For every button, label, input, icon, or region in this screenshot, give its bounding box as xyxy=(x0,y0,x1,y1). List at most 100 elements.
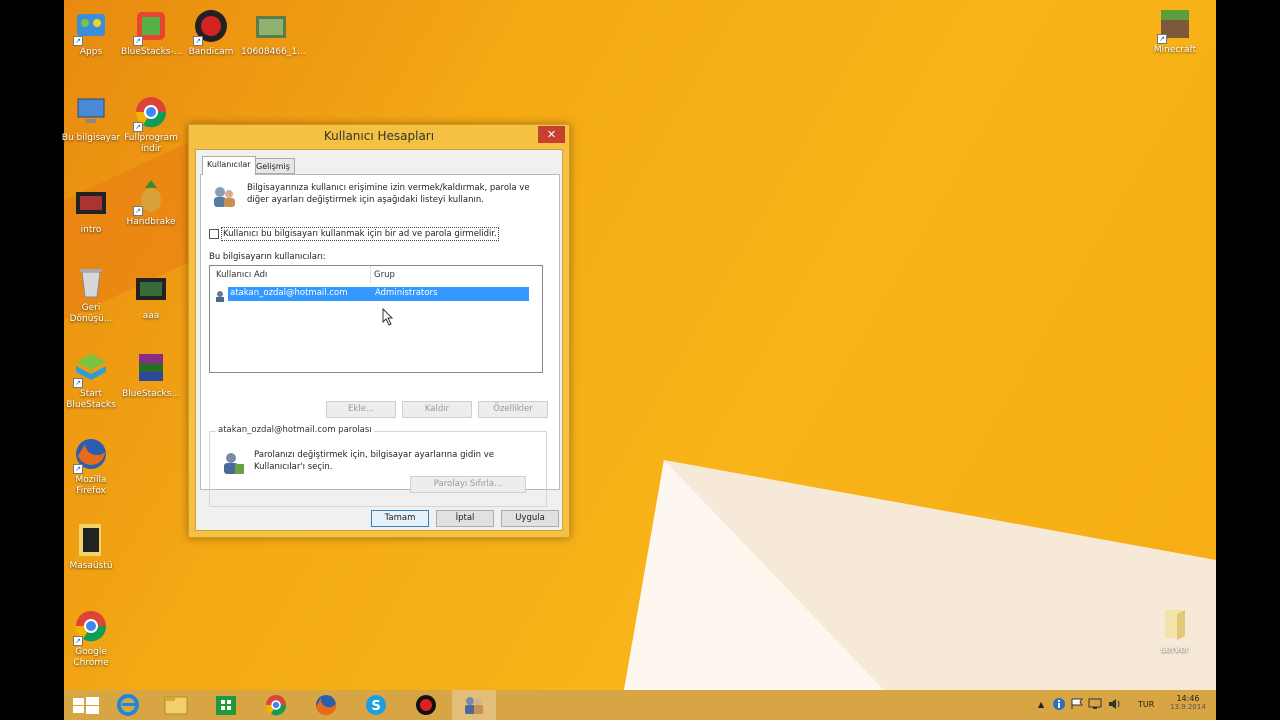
start-button[interactable] xyxy=(64,690,108,720)
desktop-icon-start-bluestacks[interactable]: ↗ Start BlueStacks xyxy=(61,350,121,411)
clock-time: 14:46 xyxy=(1176,694,1200,703)
desktop-icon-minecraft[interactable]: ↗ Minecraft xyxy=(1145,6,1205,56)
column-header-username[interactable]: Kullanıcı Adı xyxy=(216,270,267,280)
info-icon[interactable] xyxy=(1052,697,1066,711)
skype-icon: S xyxy=(366,695,386,715)
users-panel: Bilgisayarınıza kullanıcı erişimine izin… xyxy=(200,174,560,507)
add-user-button[interactable]: Ekle... xyxy=(326,401,396,418)
reset-password-button[interactable]: Parolayı Sıfırla... xyxy=(410,476,526,493)
users-list-header: Kullanıcı Adı Grup xyxy=(210,266,542,284)
video-file-icon xyxy=(73,186,109,222)
folder-icon xyxy=(73,522,109,558)
close-button[interactable]: ✕ xyxy=(538,126,565,143)
desktop-icon-recycle-bin[interactable]: Geri Dönüşü... xyxy=(61,264,121,325)
screen: ↗ Apps ↗ BlueStacks-... ↗ Bandicam 10608… xyxy=(0,0,1280,720)
taskbar-user-accounts[interactable] xyxy=(452,690,496,720)
desktop-icon-bandicam[interactable]: ↗ Bandicam xyxy=(181,8,241,58)
users-list[interactable]: Kullanıcı Adı Grup atakan_ozdal@hotmail.… xyxy=(209,265,543,373)
column-separator[interactable] xyxy=(370,266,371,284)
user-accounts-dialog: Kullanıcı Hesapları ✕ Kullanıcılar Geliş… xyxy=(188,124,570,538)
volume-icon[interactable] xyxy=(1108,698,1122,710)
folder-icon xyxy=(1157,606,1193,642)
handbrake-icon: ↗ xyxy=(133,178,169,216)
internet-explorer-icon xyxy=(117,694,139,716)
user-name-cell: atakan_ozdal@hotmail.com xyxy=(230,288,348,298)
column-header-group[interactable]: Grup xyxy=(374,270,395,280)
password-required-label: Kullanıcı bu bilgisayarı kullanmak için … xyxy=(221,227,499,241)
user-group-cell: Administrators xyxy=(375,288,438,298)
chrome-icon: ↗ xyxy=(133,94,169,132)
properties-button[interactable]: Özellikler xyxy=(478,401,548,418)
desktop-icon-google-chrome[interactable]: ↗ Google Chrome xyxy=(61,608,121,669)
password-required-checkbox-row[interactable]: Kullanıcı bu bilgisayarı kullanmak için … xyxy=(209,227,509,241)
remove-user-button[interactable]: Kaldır xyxy=(402,401,472,418)
taskbar-file-explorer[interactable] xyxy=(154,690,198,720)
user-row-icon xyxy=(215,287,227,302)
bluestacks-icon: ↗ xyxy=(133,8,169,46)
password-instructions: Parolanızı değiştirmek için, bilgisayar … xyxy=(254,450,494,472)
desktop-icon-server[interactable]: server xyxy=(1145,606,1205,656)
desktop-icon-image-file[interactable]: 10608466_1... xyxy=(241,8,306,58)
user-password-icon xyxy=(220,450,246,476)
user-accounts-icon xyxy=(465,697,483,714)
taskbar-bandicam[interactable] xyxy=(404,690,448,720)
clock-date: 13.9.2014 xyxy=(1170,703,1206,711)
computer-icon xyxy=(73,94,109,130)
intro-text: Bilgisayarınıza kullanıcı erişimine izin… xyxy=(247,183,530,205)
apply-button[interactable]: Uygula xyxy=(501,510,559,527)
tab-users[interactable]: Kullanıcılar xyxy=(202,156,256,175)
desktop-icon-bluestacks-archive[interactable]: BlueStacks... xyxy=(121,350,181,400)
tab-advanced[interactable]: Gelişmiş xyxy=(251,158,295,174)
users-icon xyxy=(211,183,237,209)
mouse-cursor-icon xyxy=(382,308,394,326)
clock[interactable]: 14:46 13.9.2014 xyxy=(1164,690,1212,720)
dialog-titlebar[interactable]: Kullanıcı Hesapları ✕ xyxy=(189,125,569,149)
windows-start-icon xyxy=(73,697,99,714)
desktop-icon-firefox[interactable]: ↗ Mozilla Firefox xyxy=(61,436,121,497)
network-icon[interactable] xyxy=(1088,698,1102,710)
taskbar-firefox[interactable] xyxy=(304,690,348,720)
desktop-icon-fullprogram[interactable]: ↗ Fullprogram indir xyxy=(121,94,181,155)
password-required-checkbox[interactable] xyxy=(209,229,219,239)
file-explorer-icon xyxy=(164,696,188,715)
minecraft-icon: ↗ xyxy=(1157,6,1193,44)
action-center-flag-icon[interactable] xyxy=(1070,698,1084,710)
firefox-icon xyxy=(316,695,337,716)
users-list-label: Bu bilgisayarın kullanıcıları: xyxy=(209,252,326,262)
system-tray: ▲ xyxy=(1036,690,1136,720)
winrar-icon xyxy=(133,350,169,386)
desktop-icon-masaustu[interactable]: Masaüstü xyxy=(61,522,121,572)
firefox-icon: ↗ xyxy=(73,436,109,474)
apps-icon: ↗ xyxy=(73,8,109,46)
chrome-icon: ↗ xyxy=(73,608,109,646)
desktop-icon-handbrake[interactable]: ↗ Handbrake xyxy=(121,178,181,228)
table-row[interactable]: atakan_ozdal@hotmail.com Administrators xyxy=(228,287,529,301)
recycle-bin-icon xyxy=(73,264,109,300)
desktop-icon-aaa[interactable]: aaa xyxy=(121,272,181,322)
bandicam-icon: ↗ xyxy=(193,8,229,46)
taskbar-chrome[interactable] xyxy=(254,690,298,720)
taskbar-skype[interactable]: S xyxy=(354,690,398,720)
store-icon xyxy=(216,696,236,715)
image-file-icon xyxy=(253,8,289,44)
input-language[interactable]: TUR xyxy=(1138,690,1162,720)
taskbar-store[interactable] xyxy=(204,690,248,720)
tray-overflow-icon[interactable]: ▲ xyxy=(1038,700,1044,709)
dialog-client-area: Kullanıcılar Gelişmiş Bilgisayarınıza ku… xyxy=(195,149,563,531)
chrome-icon xyxy=(265,695,287,716)
cancel-button[interactable]: İptal xyxy=(436,510,494,527)
password-group-title: atakan_ozdal@hotmail.com parolası xyxy=(216,425,374,435)
taskbar-internet-explorer[interactable] xyxy=(106,690,150,720)
bandicam-icon xyxy=(416,695,436,715)
password-group: atakan_ozdal@hotmail.com parolası Parola… xyxy=(209,425,547,507)
bluestacks-icon: ↗ xyxy=(73,350,109,388)
taskbar: S ▲ TUR 14:46 13.9.2014 xyxy=(64,690,1216,720)
dialog-title: Kullanıcı Hesapları xyxy=(323,129,435,143)
desktop-icon-bluestacks[interactable]: ↗ BlueStacks-... xyxy=(121,8,182,58)
desktop-icon-intro[interactable]: intro xyxy=(61,186,121,236)
ok-button[interactable]: Tamam xyxy=(371,510,429,527)
desktop-icon-apps[interactable]: ↗ Apps xyxy=(61,8,121,58)
svg-text:S: S xyxy=(371,699,380,714)
desktop-icon-this-pc[interactable]: Bu bilgisayar xyxy=(61,94,121,144)
video-file-icon xyxy=(133,272,169,308)
